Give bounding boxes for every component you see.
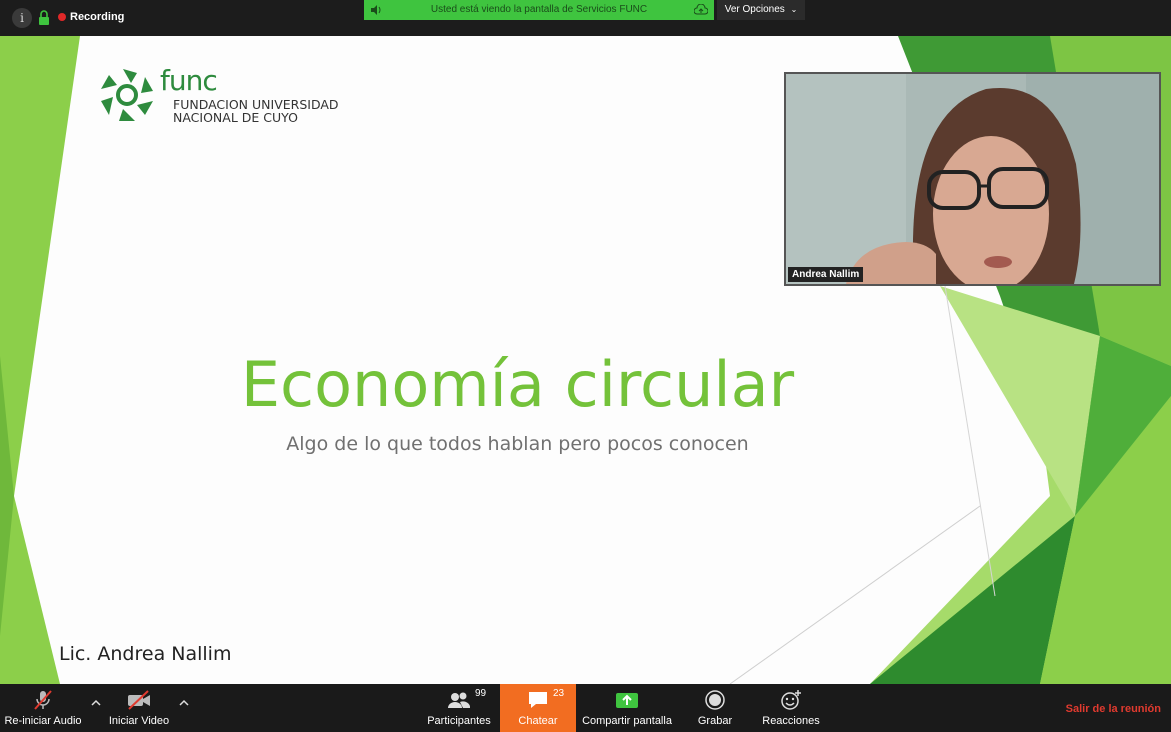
recording-label: Recording [70,11,125,23]
record-label: Grabar [697,715,733,727]
speaker-icon [371,5,381,15]
share-screen-label: Compartir pantalla [582,715,672,727]
reactions-button[interactable]: Reacciones [758,684,824,732]
recording-dot-icon [58,13,66,21]
share-banner-text: Usted está viendo la pantalla de Servici… [430,4,648,15]
recording-indicator: Recording [58,11,124,23]
view-options-label: Ver Opciones [724,4,785,15]
chat-label: Chatear [518,715,558,727]
audio-options-chevron-icon[interactable] [90,698,102,708]
audio-label: Re-iniciar Audio [4,715,82,727]
view-options-button[interactable]: Ver Opciones ⌄ [717,0,805,20]
start-video-button[interactable]: Iniciar Video [104,684,174,732]
logo-wordmark: func [160,64,218,97]
lock-icon[interactable] [38,10,50,26]
func-logo-icon [101,69,153,121]
participants-icon [448,692,471,708]
reactions-label: Reacciones [762,715,820,727]
muted-microphone-icon [34,690,52,710]
slide-title: Economía circular [240,348,795,421]
screen-share-banner: Usted está viendo la pantalla de Servici… [364,0,714,20]
leave-meeting-button[interactable]: Salir de la reunión [1066,703,1161,715]
share-screen-button[interactable]: Compartir pantalla [578,684,676,732]
chat-button[interactable]: Chatear [500,684,576,732]
record-button[interactable]: Grabar [690,684,740,732]
info-icon[interactable]: i [12,8,32,28]
reactions-smiley-icon [781,690,801,710]
cloud-upload-icon[interactable] [694,4,708,16]
slide-subtitle: Algo de lo que todos hablan pero pocos c… [286,433,749,455]
record-icon [705,690,725,710]
chat-bubble-icon [529,692,547,708]
share-screen-icon [616,693,638,708]
logo-subtitle-line2: NACIONAL DE CUYO [173,110,298,125]
video-off-icon [128,690,150,710]
video-label: Iniciar Video [108,715,170,727]
participant-name-label: Andrea Nallim [788,267,864,282]
meeting-toolbar: Re-iniciar Audio Iniciar Video Participa… [0,684,1171,732]
reconnect-audio-button[interactable]: Re-iniciar Audio [2,684,84,732]
video-options-chevron-icon[interactable] [178,698,190,708]
chat-count-badge: 23 [553,688,565,699]
participants-label: Participantes [427,715,491,727]
participant-video-feed [786,74,1159,284]
chevron-down-icon: ⌄ [790,5,798,14]
participant-video-tile[interactable]: Andrea Nallim [784,72,1161,286]
meeting-top-bar: i Recording Usted está viendo la pantall… [0,0,1171,36]
slide-author: Lic. Andrea Nallim [59,643,232,665]
participants-count-badge: 99 [475,688,487,699]
